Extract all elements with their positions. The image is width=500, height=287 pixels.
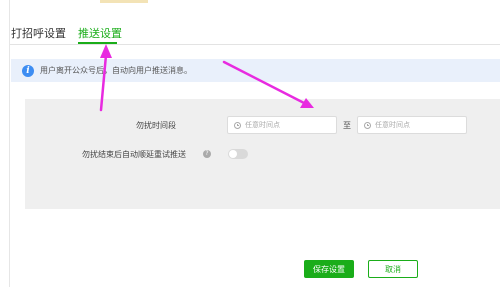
info-banner: i 用户离开公众号后，自动向用户推送消息。 <box>11 59 500 82</box>
clock-icon <box>364 121 371 129</box>
info-icon: i <box>22 64 34 77</box>
start-time-placeholder: 任意时间点 <box>245 121 280 129</box>
tab-bar: 打招呼设置 推送设置 <box>0 0 500 45</box>
toggle-knob <box>229 150 237 158</box>
end-time-placeholder: 任意时间点 <box>375 121 410 129</box>
cancel-button[interactable]: 取消 <box>368 260 418 278</box>
tab-divider <box>10 44 500 45</box>
range-separator: 至 <box>343 121 351 130</box>
help-icon[interactable]: ? <box>203 150 211 158</box>
auto-resume-toggle[interactable] <box>228 149 248 159</box>
tab-greeting-settings[interactable]: 打招呼设置 <box>11 27 66 41</box>
save-button[interactable]: 保存设置 <box>304 260 354 278</box>
start-time-input[interactable]: 任意时间点 <box>227 116 337 134</box>
quiet-period-label: 勿扰时间段 <box>136 121 176 130</box>
annotation-arrowhead-1 <box>100 44 112 58</box>
info-text: 用户离开公众号后，自动向用户推送消息。 <box>40 66 192 75</box>
auto-resume-label: 勿扰结束后自动顺延重试推送 <box>82 150 186 159</box>
clock-icon <box>234 121 241 129</box>
tab-push-settings[interactable]: 推送设置 <box>78 27 122 41</box>
end-time-input[interactable]: 任意时间点 <box>357 116 467 134</box>
